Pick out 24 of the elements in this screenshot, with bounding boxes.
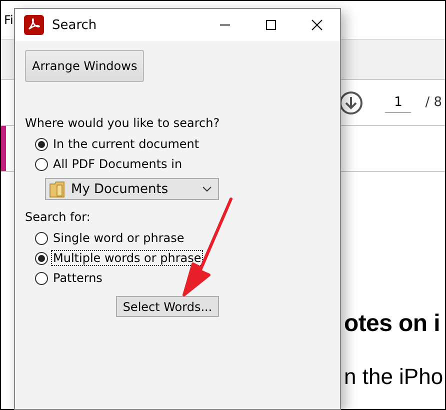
radio-label[interactable]: Patterns xyxy=(51,270,104,286)
arrange-windows-button[interactable]: Arrange Windows xyxy=(25,50,144,82)
menu-item[interactable]: Fi xyxy=(4,13,14,27)
pdf-app-icon xyxy=(24,15,44,35)
radio-button[interactable] xyxy=(35,252,48,264)
download-icon[interactable] xyxy=(339,90,364,114)
radio-label[interactable]: In the current document xyxy=(51,136,202,152)
page-total: / 8 xyxy=(425,95,442,110)
folder-dropdown[interactable]: My Documents xyxy=(45,178,219,200)
dialog-title: Search xyxy=(52,18,98,32)
radio-label[interactable]: All PDF Documents in xyxy=(51,156,184,172)
page-number-field[interactable]: 1 xyxy=(385,92,412,112)
radio-label[interactable]: Single word or phrase xyxy=(51,230,186,246)
section-label: Where would you like to search? xyxy=(25,116,221,130)
section-label: Search for: xyxy=(25,210,92,224)
radio-button[interactable] xyxy=(35,272,48,284)
document-text: n the iPho xyxy=(344,364,444,390)
radio-button[interactable] xyxy=(35,138,48,150)
chevron-down-icon xyxy=(202,186,212,192)
select-words-button[interactable]: Select Words... xyxy=(116,296,219,317)
radio-button[interactable] xyxy=(35,232,48,244)
document-heading: otes on i xyxy=(344,310,441,338)
radio-button[interactable] xyxy=(35,158,48,170)
folder-icon xyxy=(49,180,65,198)
